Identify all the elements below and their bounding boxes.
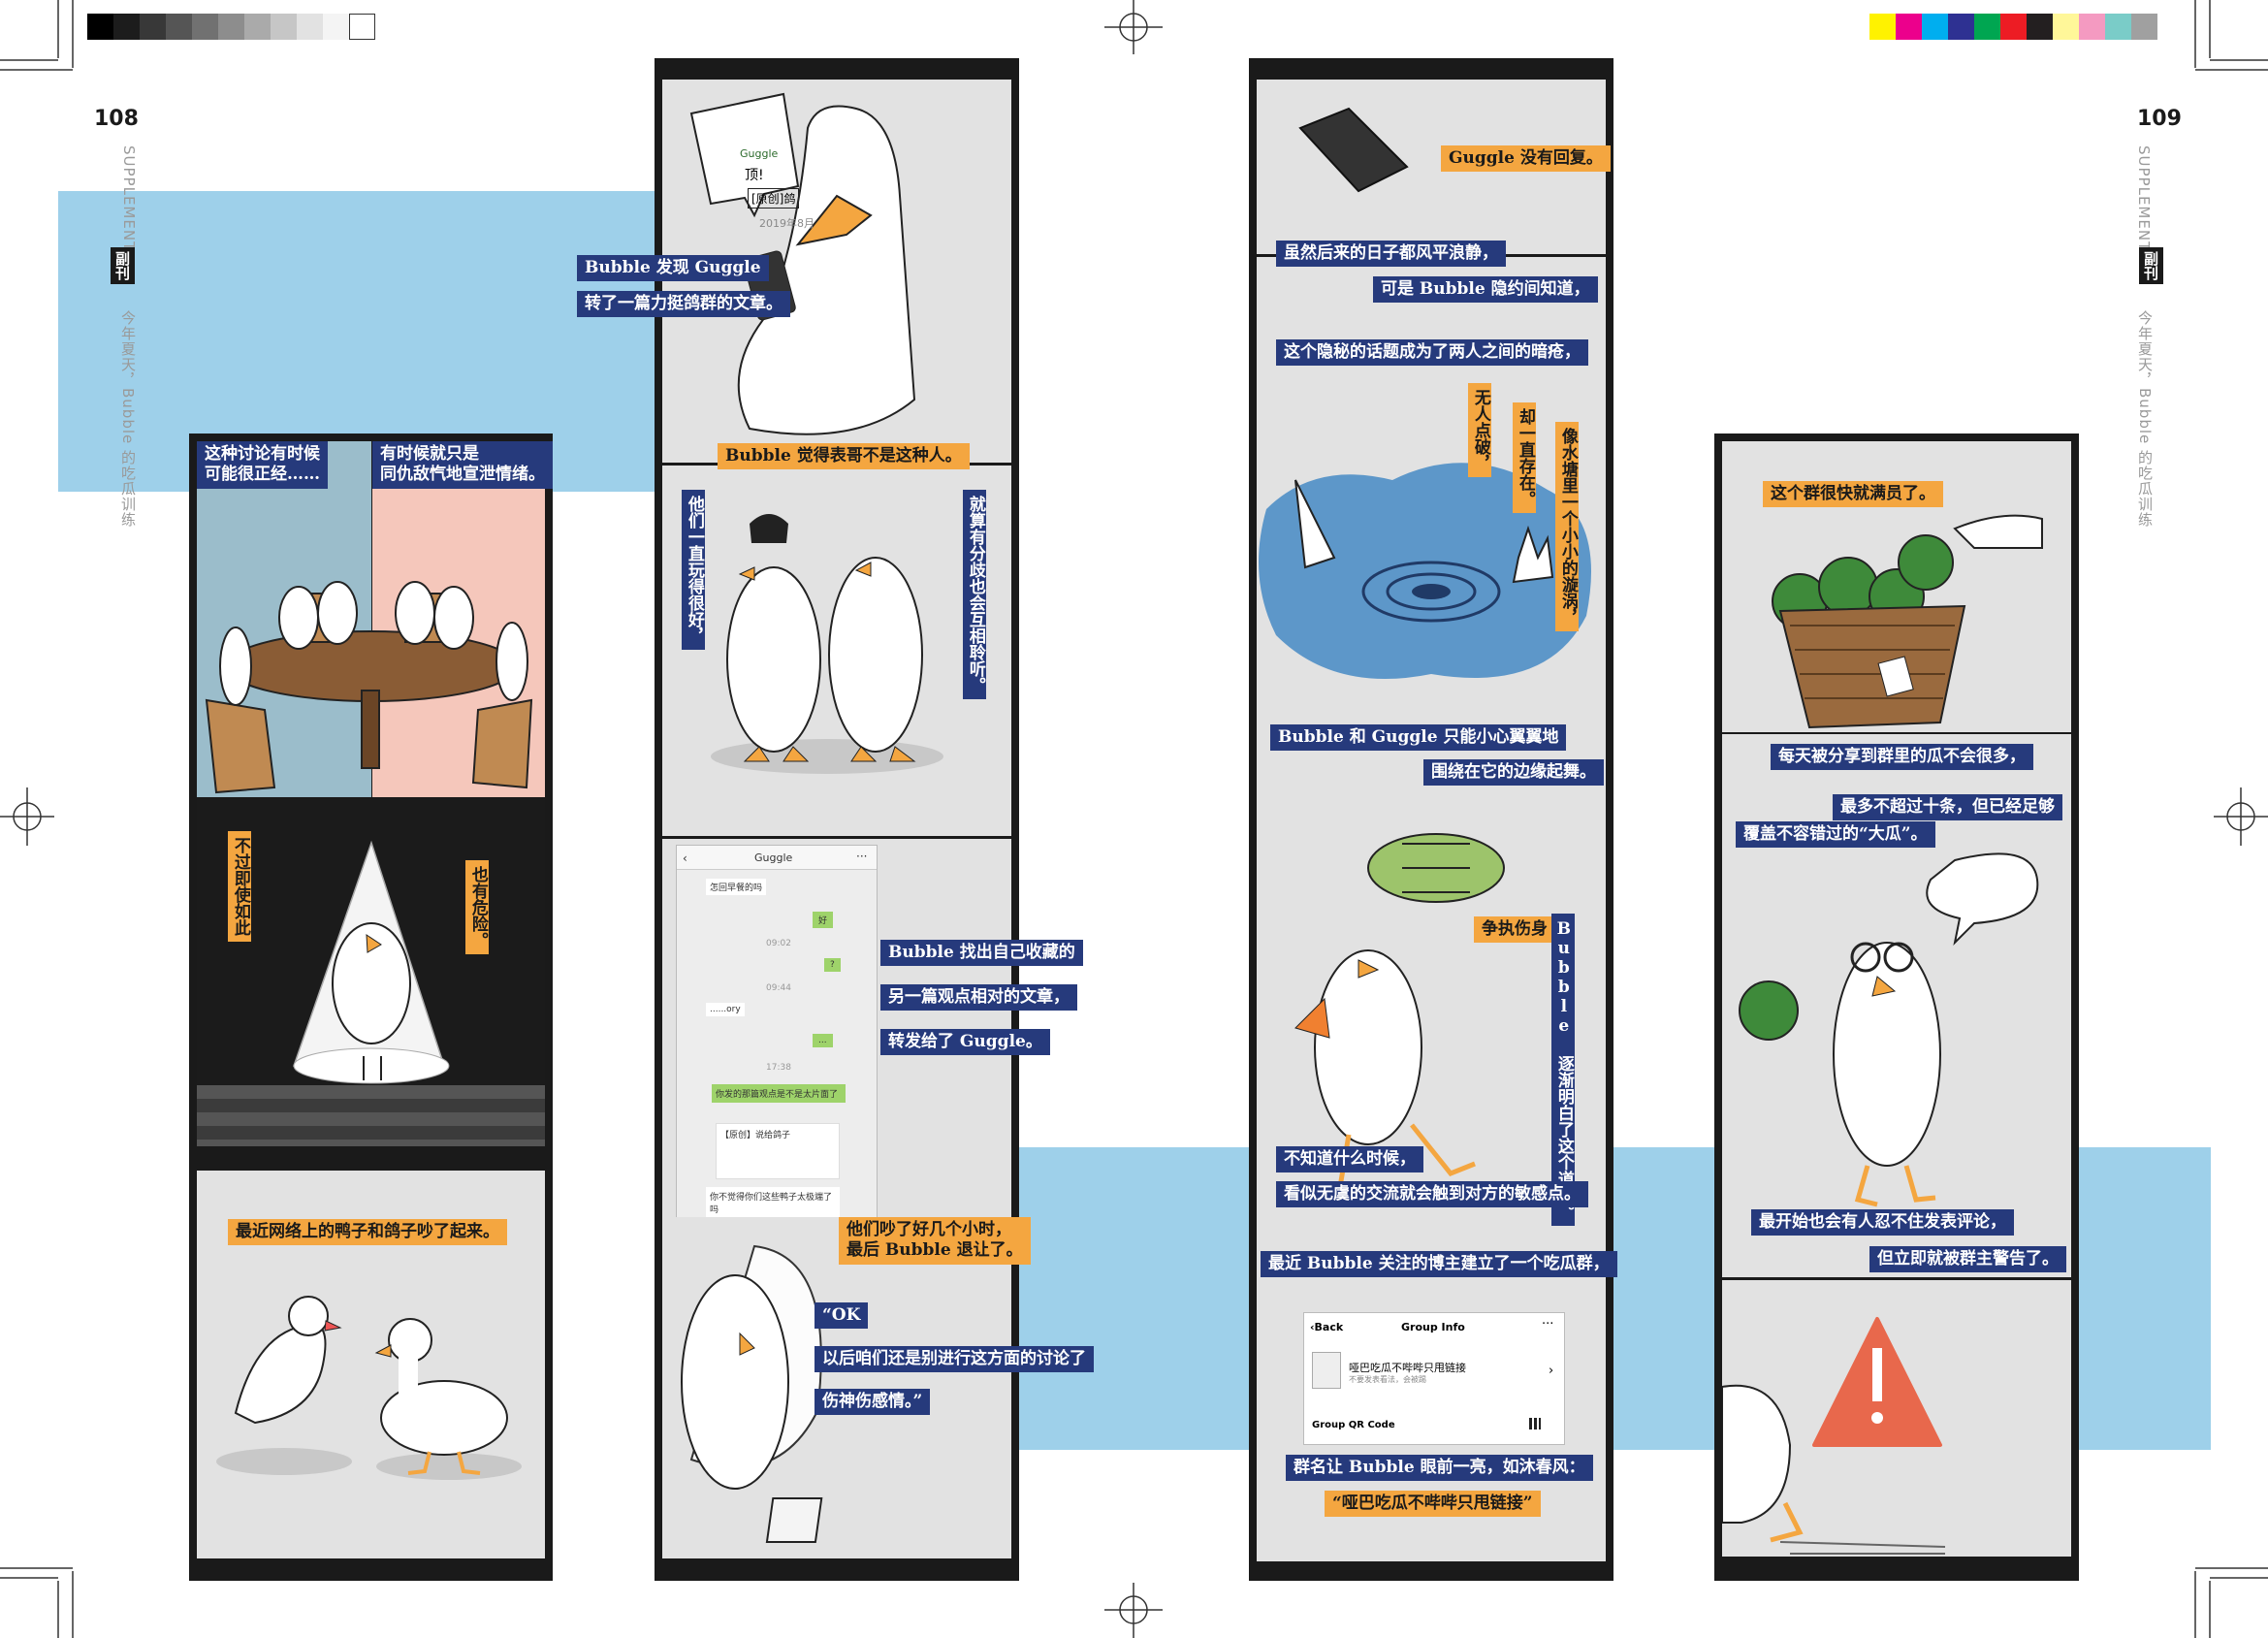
- caption-quarrel-online: 最近网络上的鸭子和鸽子吵了起来。: [228, 1219, 507, 1246]
- note-line: 顶!: [745, 168, 764, 183]
- caption-argued-hours: 他们吵了好几个小时， 最后 Bubble 退让了。: [839, 1217, 1031, 1265]
- caption-big-melon: 覆盖不容错过的“大瓜”。: [1736, 821, 1935, 849]
- chat-time-2: 09:44: [766, 983, 791, 993]
- chat-window: ‹ Guggle ··· 怎回早餐的吗 好 09:02 ? 09:44 ....…: [676, 845, 878, 1254]
- chat-title: Guggle: [754, 851, 793, 864]
- page-number-right: 109: [2137, 107, 2182, 131]
- chat-msg-3: ?: [824, 958, 841, 972]
- group-notice: 不要发表看法，会被踢: [1349, 1375, 1426, 1384]
- chat-time-1: 09:02: [766, 939, 791, 948]
- section-badge-right: 副刊: [2139, 247, 2163, 284]
- caption-opposing: 另一篇观点相对的文章，: [880, 984, 1077, 1012]
- meeting-table-illustration: [205, 581, 533, 794]
- caption-danger: 也有危险。: [465, 860, 489, 954]
- caption-comments: 最开始也会有人忍不住发表评论，: [1751, 1209, 2014, 1237]
- caption-daily-share: 每天被分享到群里的瓜不会很多，: [1771, 744, 2033, 771]
- caption-understood: Bubble 逐渐明白了这个道理。: [1551, 914, 1575, 1226]
- note-username: Guggle: [740, 147, 779, 160]
- caption-quote-name: “哑巴吃瓜不哔哔只甩链接”: [1325, 1491, 1541, 1518]
- group-name: 哑巴吃瓜不哔哔只甩链接: [1349, 1362, 1466, 1374]
- group-back-label: Back: [1314, 1321, 1344, 1333]
- chat-msg-6: 你发的那篇观点是不是太片面了: [712, 1084, 846, 1103]
- retreat-illustration: [681, 1244, 823, 1543]
- caption-sore: 这个隐秘的话题成为了两人之间的暗疮，: [1276, 339, 1588, 367]
- caption-dont-know-when: 不知道什么时候，: [1276, 1146, 1423, 1173]
- chat-msg-4: ......ory: [706, 1003, 745, 1016]
- caption-forwarded: 转发给了 Guggle。: [880, 1029, 1050, 1056]
- caption-serious: 这种讨论有时候 可能很正经……: [197, 441, 328, 489]
- group-back-button[interactable]: ‹Back: [1310, 1321, 1343, 1333]
- caption-vaguely: 可是 Bubble 隐约间知道，: [1373, 276, 1598, 304]
- panel-two-ducks: [662, 466, 1011, 836]
- caption-new-group: 最近 Bubble 关注的博主建立了一个吃瓜群，: [1261, 1251, 1617, 1278]
- qr-code-icon: [1529, 1418, 1541, 1429]
- chat-back-icon[interactable]: ‹: [683, 851, 687, 865]
- caption-listen: 就算有分歧也会互相聆听。: [963, 490, 986, 699]
- group-avatar: [1312, 1352, 1341, 1389]
- caption-ok: “OK: [815, 1302, 869, 1330]
- comic-strip-4: 这个群很快就满员了。 每天被分享到群里的瓜不会很多， 最多不超过十条，但已经足够…: [1714, 434, 2079, 1581]
- group-info-title: Group Info: [1401, 1321, 1465, 1333]
- caption-exists: 却一直存在。: [1513, 402, 1536, 513]
- caption-group-name: 群名让 Bubble 眼前一亮，如沐春风：: [1286, 1455, 1593, 1482]
- caption-no-more: 以后咱们还是别进行这方面的讨论了: [815, 1346, 1094, 1373]
- chat-time-3: 17:38: [766, 1063, 791, 1073]
- caption-calm-days: 虽然后来的日子都风平浪静，: [1276, 241, 1506, 268]
- pond-illustration: [1259, 463, 1591, 679]
- group-more-icon[interactable]: ···: [1542, 1317, 1553, 1332]
- caption-played-well: 他们一直玩得很好，: [682, 490, 705, 650]
- chat-more-icon[interactable]: ···: [856, 850, 867, 863]
- chat-msg-2: 好: [813, 912, 834, 928]
- chat-msg-7: 你不觉得你们这些鸭子太极端了吗: [706, 1187, 840, 1218]
- comic-strip-3: Guggle 没有回复。 虽然后来的日子都风平浪静， 可是 Bubble 隐约间…: [1249, 58, 1617, 1581]
- chat-msg-5: ...: [813, 1034, 833, 1047]
- chat-link-card[interactable]: 【原创】说给鸽子: [716, 1123, 840, 1179]
- caption-arguing-hurts: 争执伤身: [1474, 916, 1555, 944]
- caption-hurts: 伤神伤感情。”: [815, 1389, 931, 1416]
- group-info-card: ‹Back Group Info ··· 哑巴吃瓜不哔哔只甩链接 不要发表看法，…: [1303, 1312, 1565, 1445]
- caption-repost: 转了一篇力挺鸽群的文章。: [577, 291, 790, 318]
- caption-no-reply: Guggle 没有回复。: [1441, 145, 1611, 173]
- panel-warning: [1722, 1280, 2071, 1557]
- caption-no-one: 无人点破，: [1468, 383, 1491, 477]
- caption-full: 这个群很快就满员了。: [1763, 481, 1943, 508]
- chevron-right-icon[interactable]: ›: [1549, 1364, 1553, 1378]
- section-badge-left: 副刊: [111, 247, 135, 284]
- two-ducks-illustration: [711, 514, 943, 774]
- caption-found-own: Bubble 找出自己收藏的: [880, 940, 1083, 967]
- group-qr-label[interactable]: Group QR Code: [1312, 1420, 1395, 1430]
- caption-found: Bubble 发现 Guggle: [577, 255, 769, 282]
- caption-sensitive: 看似无虞的交流就会触到对方的敏感点。: [1276, 1181, 1588, 1208]
- section-label-left: SUPPLEMENT: [120, 145, 138, 252]
- caption-carefully: Bubble 和 Guggle 只能小心翼翼地: [1270, 724, 1567, 752]
- comic-strip-2: Guggle 顶! [原创]鸽 2019年8月 Bubble 发现 Guggle…: [577, 58, 1094, 1581]
- caption-vortex: 像水塘里一个小小的漩涡，: [1555, 422, 1579, 631]
- subtitle-left: 今年夏天，Bubble 的吃瓜训练: [119, 310, 137, 529]
- page-number-left: 108: [94, 107, 139, 131]
- caption-warned: 但立即就被群主警告了。: [1869, 1246, 2066, 1273]
- panel-bubble-retreat: [662, 1217, 1011, 1558]
- subtitle-right: 今年夏天，Bubble 的吃瓜训练: [2136, 310, 2154, 529]
- warning-illustration: [1722, 1317, 1946, 1555]
- caption-even-so: 不过即使如此: [228, 831, 251, 942]
- caption-vent: 有时候就只是 同仇敌忾地宣泄情绪。: [372, 441, 553, 489]
- chat-msg-1: 怎回早餐的吗: [706, 879, 767, 895]
- caption-not-like-this: Bubble 觉得表哥不是这种人。: [718, 443, 970, 470]
- caption-dance-edge: 围绕在它的边缘起舞。: [1423, 759, 1604, 787]
- comic-strip-1: 这种讨论有时候 可能很正经…… 有时候就只是 同仇敌忾地宣泄情绪。 不过即使如此…: [189, 434, 553, 1581]
- caption-max-ten: 最多不超过十条，但已经足够: [1833, 794, 2062, 821]
- note-date: 2019年8月: [759, 217, 815, 230]
- section-label-right: SUPPLEMENT: [2135, 145, 2153, 252]
- note-tag: [原创]鸽: [748, 188, 800, 209]
